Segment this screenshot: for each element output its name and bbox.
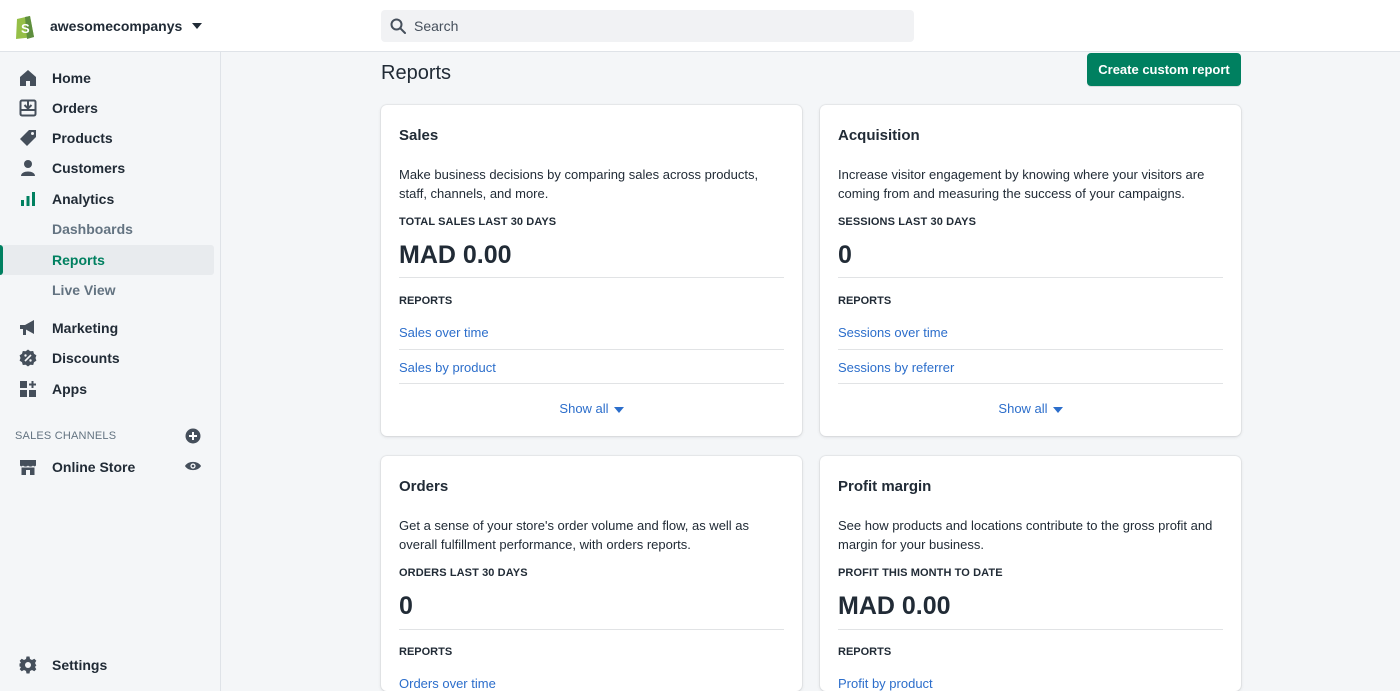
- active-indicator: [0, 245, 3, 275]
- report-link-sessions-over-time[interactable]: Sessions over time: [838, 325, 948, 340]
- card-title: Sales: [399, 127, 439, 144]
- show-all-label: Show all: [998, 401, 1048, 416]
- page-title: Reports: [381, 62, 452, 84]
- sidebar-item-products[interactable]: Products: [0, 123, 214, 153]
- person-icon: [18, 158, 38, 178]
- store-icon: [18, 457, 38, 477]
- top-bar: S awesomecompanyst...: [0, 0, 1400, 52]
- divider: [399, 629, 784, 630]
- report-card-profit-margin: Profit margin See how products and locat…: [820, 456, 1241, 691]
- show-all-button[interactable]: Show all: [820, 401, 1241, 416]
- divider: [399, 383, 784, 384]
- sidebar-item-label: Dashboards: [52, 221, 133, 237]
- metric-label: ORDERS LAST 30 DAYS: [399, 567, 528, 579]
- svg-text:S: S: [21, 21, 30, 36]
- sidebar-item-customers[interactable]: Customers: [0, 153, 214, 183]
- store-name: awesomecompanyst...: [50, 18, 182, 34]
- divider: [399, 349, 784, 350]
- reports-heading: REPORTS: [838, 646, 892, 658]
- sales-channels-heading: SALES CHANNELS: [15, 430, 117, 442]
- add-sales-channel-button[interactable]: [185, 428, 201, 444]
- sidebar-item-analytics[interactable]: Analytics: [0, 184, 214, 214]
- create-custom-report-button[interactable]: Create custom report: [1087, 53, 1241, 86]
- search-input[interactable]: [414, 18, 894, 34]
- card-title: Orders: [399, 478, 449, 495]
- card-description: Get a sense of your store's order volume…: [399, 518, 750, 552]
- sidebar-item-label: Orders: [52, 100, 98, 116]
- sidebar-item-marketing[interactable]: Marketing: [0, 313, 214, 343]
- sidebar-item-label: Customers: [52, 160, 126, 176]
- metric-label: SESSIONS LAST 30 DAYS: [838, 216, 977, 228]
- sidebar-item-online-store[interactable]: Online Store: [0, 452, 214, 482]
- card-title: Profit margin: [838, 478, 932, 495]
- metric-value: 0: [838, 241, 852, 269]
- home-icon: [18, 68, 38, 88]
- sidebar-item-home[interactable]: Home: [0, 63, 214, 93]
- divider: [838, 349, 1223, 350]
- tag-icon: [18, 128, 38, 148]
- report-card-acquisition: Acquisition Increase visitor engagement …: [820, 105, 1241, 436]
- sidebar-item-label: Online Store: [52, 459, 136, 475]
- card-description: Increase visitor engagement by knowing w…: [838, 167, 1205, 201]
- sidebar-item-label: Marketing: [52, 320, 119, 336]
- caret-down-icon: [613, 406, 624, 413]
- view-online-store-button[interactable]: [184, 458, 202, 474]
- reports-heading: REPORTS: [399, 295, 453, 307]
- sidebar-item-discounts[interactable]: Discounts: [0, 343, 214, 373]
- divider: [838, 277, 1223, 278]
- sidebar-subitem-dashboards[interactable]: Dashboards: [0, 214, 214, 244]
- report-link-sales-over-time[interactable]: Sales over time: [399, 325, 489, 340]
- bar-chart-icon: [18, 189, 38, 209]
- report-card-orders: Orders Get a sense of your store's order…: [381, 456, 802, 691]
- metric-label: TOTAL SALES LAST 30 DAYS: [399, 216, 557, 228]
- sidebar: Home Orders Products Customers Analytics…: [0, 52, 221, 691]
- search-icon: [390, 18, 406, 34]
- sidebar-item-label: Products: [52, 130, 113, 146]
- metric-value: MAD 0.00: [838, 592, 951, 620]
- show-all-label: Show all: [559, 401, 609, 416]
- reports-heading: REPORTS: [399, 646, 453, 658]
- metric-value: MAD 0.00: [399, 241, 512, 269]
- search-bar[interactable]: [381, 10, 914, 42]
- sidebar-item-apps[interactable]: Apps: [0, 374, 214, 404]
- card-description: See how products and locations contribut…: [838, 518, 1213, 552]
- report-card-sales: Sales Make business decisions by compari…: [381, 105, 802, 436]
- sidebar-subitem-reports[interactable]: Reports: [0, 245, 214, 275]
- sidebar-item-label: Live View: [52, 282, 116, 298]
- report-link-profit-by-product[interactable]: Profit by product: [838, 676, 933, 691]
- sidebar-item-settings[interactable]: Settings: [0, 650, 214, 680]
- sidebar-item-label: Settings: [52, 657, 108, 673]
- card-description: Make business decisions by comparing sal…: [399, 167, 759, 201]
- report-link-orders-over-time[interactable]: Orders over time: [399, 676, 496, 691]
- report-link-sessions-by-referrer[interactable]: Sessions by referrer: [838, 360, 954, 375]
- metric-value: 0: [399, 592, 413, 620]
- apps-icon: [18, 379, 38, 399]
- megaphone-icon: [18, 318, 38, 338]
- divider: [838, 383, 1223, 384]
- caret-down-icon: [1052, 406, 1063, 413]
- sidebar-item-label: Home: [52, 70, 91, 86]
- eye-icon: [185, 461, 201, 471]
- discount-icon: [18, 348, 38, 368]
- sidebar-item-orders[interactable]: Orders: [0, 93, 214, 123]
- divider: [399, 277, 784, 278]
- sidebar-item-label: Discounts: [52, 350, 120, 366]
- card-title: Acquisition: [838, 127, 920, 144]
- sidebar-item-label: Reports: [52, 252, 105, 268]
- chevron-down-icon: [192, 23, 202, 29]
- report-link-sales-by-product[interactable]: Sales by product: [399, 360, 496, 375]
- plus-circle-icon: [185, 428, 201, 444]
- sidebar-item-label: Apps: [52, 381, 87, 397]
- show-all-button[interactable]: Show all: [381, 401, 802, 416]
- metric-label: PROFIT THIS MONTH TO DATE: [838, 567, 1003, 579]
- gear-icon: [18, 655, 38, 675]
- reports-heading: REPORTS: [838, 295, 892, 307]
- shopify-logo-icon: S: [12, 12, 38, 40]
- sidebar-subitem-live-view[interactable]: Live View: [0, 275, 214, 305]
- store-switcher[interactable]: S awesomecompanyst...: [12, 11, 202, 41]
- sidebar-item-label: Analytics: [52, 191, 115, 207]
- orders-icon: [18, 98, 38, 118]
- divider: [838, 629, 1223, 630]
